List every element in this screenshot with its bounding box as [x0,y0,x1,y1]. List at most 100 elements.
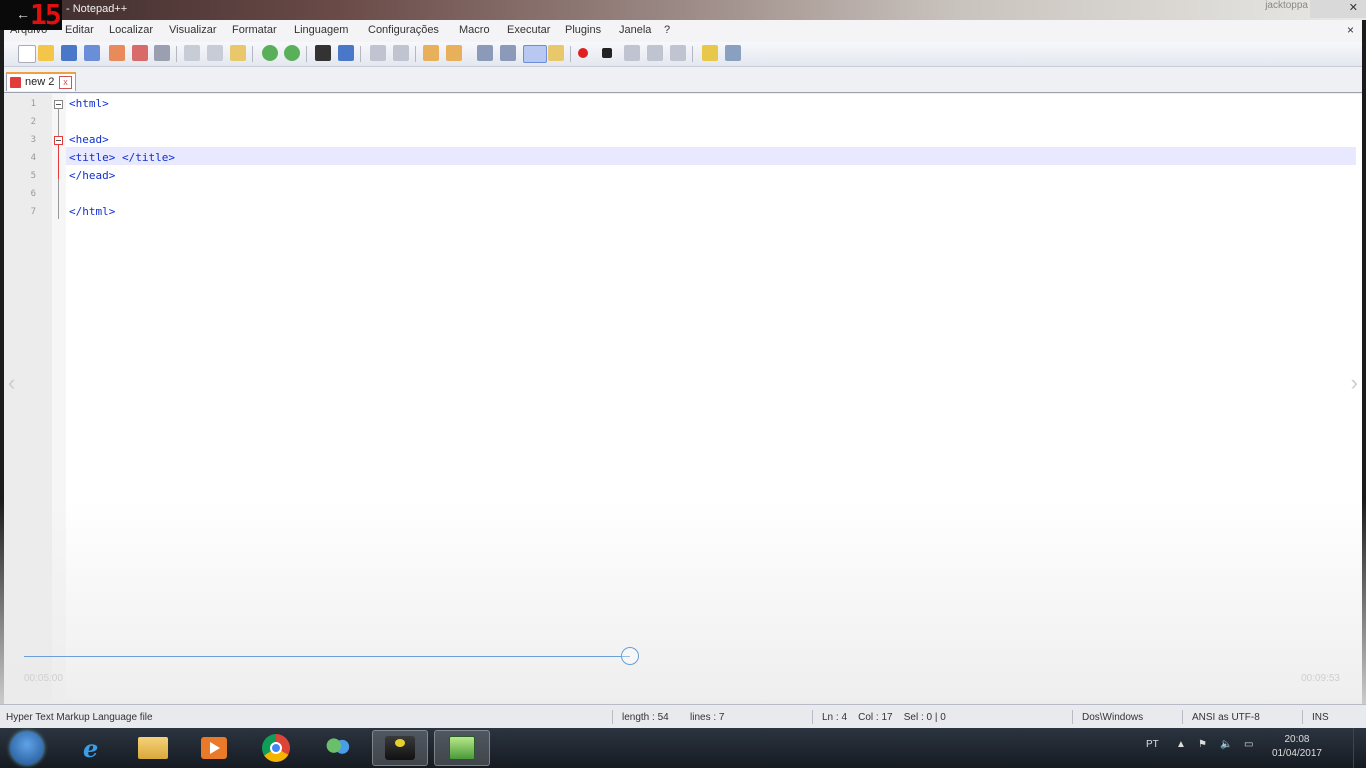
tray-expand-icon[interactable]: ▲ [1176,739,1186,750]
menu-janela[interactable]: Janela [619,24,651,36]
previous-arrow-icon[interactable]: ‹ [8,370,15,396]
code-editor[interactable]: 1 2 3 4 5 6 7 <html> <head> <title> </ti… [4,94,1362,700]
action-center-flag-icon[interactable]: ⚑ [1198,739,1207,750]
macro-play-icon[interactable] [624,45,640,61]
fold-toggle-icon[interactable] [54,136,63,145]
toolbar-separator [306,46,307,62]
word-wrap-icon[interactable] [477,45,493,61]
code-line: <head> [69,133,109,146]
line-number-gutter [4,94,52,700]
macro-save-icon[interactable] [670,45,686,61]
user-lang-icon[interactable] [548,45,564,61]
network-icon[interactable]: ▭ [1244,739,1253,750]
save-all-icon[interactable] [84,45,100,61]
line-number: 3 [30,135,36,145]
show-desktop-button[interactable] [1353,728,1366,768]
code-line: <html> [69,97,109,110]
menu-help[interactable]: ? [664,24,670,36]
code-line: </head> [69,169,116,182]
file-explorer-icon[interactable] [125,730,181,766]
menu-formatar[interactable]: Formatar [232,24,277,36]
menu-linguagem[interactable]: Linguagem [294,24,348,36]
current-line-highlight [66,147,1356,165]
undo-icon[interactable] [262,45,278,61]
fold-range-line [58,145,59,179]
macro-run-multiple-icon[interactable] [647,45,663,61]
show-all-chars-icon[interactable] [500,45,516,61]
status-separator [1072,710,1073,724]
menu-visualizar[interactable]: Visualizar [169,24,217,36]
video-total-time: 00:09:53 [1301,673,1340,684]
zoom-out-icon[interactable] [393,45,409,61]
menu-macro[interactable]: Macro [459,24,490,36]
clock-date: 01/04/2017 [1271,748,1322,759]
redo-icon[interactable] [284,45,300,61]
status-separator [1182,710,1183,724]
toolbar-separator [360,46,361,62]
fold-toggle-icon[interactable] [54,100,63,109]
replace-icon[interactable] [338,45,354,61]
fold-range-line [58,109,59,136]
menu-editar[interactable]: Editar [65,24,94,36]
tab-new-2[interactable]: new 2 x [6,72,76,91]
system-clock[interactable]: 20:08 01/04/2017 [1272,733,1322,761]
line-number: 6 [30,189,36,199]
folder-workspace-icon[interactable] [702,45,718,61]
volume-icon[interactable]: 🔈 [1220,739,1232,750]
next-arrow-icon[interactable]: › [1351,370,1358,396]
video-elapsed-time: 00:05:00 [24,673,63,684]
window-top-right-text: jacktoppa [1265,0,1308,11]
document-close-icon[interactable]: × [1347,23,1354,37]
menu-configuracoes[interactable]: Configurações [368,24,439,36]
tab-close-icon[interactable]: x [59,76,72,89]
toolbar-separator [692,46,693,62]
menu-localizar[interactable]: Localizar [109,24,153,36]
sync-vertical-icon[interactable] [423,45,439,61]
recorder-app-icon[interactable] [372,730,428,766]
sync-horizontal-icon[interactable] [446,45,462,61]
video-progress-bar[interactable] [24,656,631,657]
menu-executar[interactable]: Executar [507,24,550,36]
users-app-icon[interactable] [310,730,366,766]
status-lines: lines : 7 [690,712,725,723]
internet-explorer-icon[interactable]: e [64,730,120,766]
windows-taskbar: e PT ▲ ⚑ 🔈 ▭ 20:08 01/04/2017 [0,728,1366,768]
macro-record-icon[interactable] [578,48,588,58]
line-number: 1 [30,99,36,109]
media-player-icon[interactable] [186,730,242,766]
back-arrow-icon[interactable]: ← [16,6,30,22]
spell-check-icon[interactable] [725,45,741,61]
line-number: 7 [30,207,36,217]
video-overlay-badge: ← 15 [0,0,62,31]
status-encoding: ANSI as UTF-8 [1192,712,1260,723]
start-button[interactable] [10,731,44,765]
close-all-icon[interactable] [132,45,148,61]
fold-range-line [58,179,59,219]
find-icon[interactable] [315,45,331,61]
chrome-icon[interactable] [248,730,304,766]
new-file-icon[interactable] [18,45,36,63]
toolbar [4,42,1362,67]
status-file-type: Hyper Text Markup Language file [6,712,153,723]
window-close-button[interactable]: ✕ [1310,0,1366,18]
status-separator [1302,710,1303,724]
paste-icon[interactable] [230,45,246,61]
svg-text:e: e [83,734,98,763]
cut-icon[interactable] [184,45,200,61]
save-icon[interactable] [61,45,77,61]
notepad-plus-plus-icon[interactable] [434,730,490,766]
copy-icon[interactable] [207,45,223,61]
close-file-icon[interactable] [109,45,125,61]
toolbar-separator [415,46,416,62]
macro-stop-icon[interactable] [602,48,612,58]
tab-label: new 2 [25,76,55,88]
print-icon[interactable] [154,45,170,61]
notepad-app: Arquivo Editar Localizar Visualizar Form… [4,20,1362,728]
status-separator [812,710,813,724]
menu-plugins[interactable]: Plugins [565,24,601,36]
zoom-in-icon[interactable] [370,45,386,61]
line-number: 5 [30,171,36,181]
open-folder-icon[interactable] [38,45,54,61]
indent-guide-icon[interactable] [523,45,547,63]
language-indicator[interactable]: PT [1146,739,1159,750]
